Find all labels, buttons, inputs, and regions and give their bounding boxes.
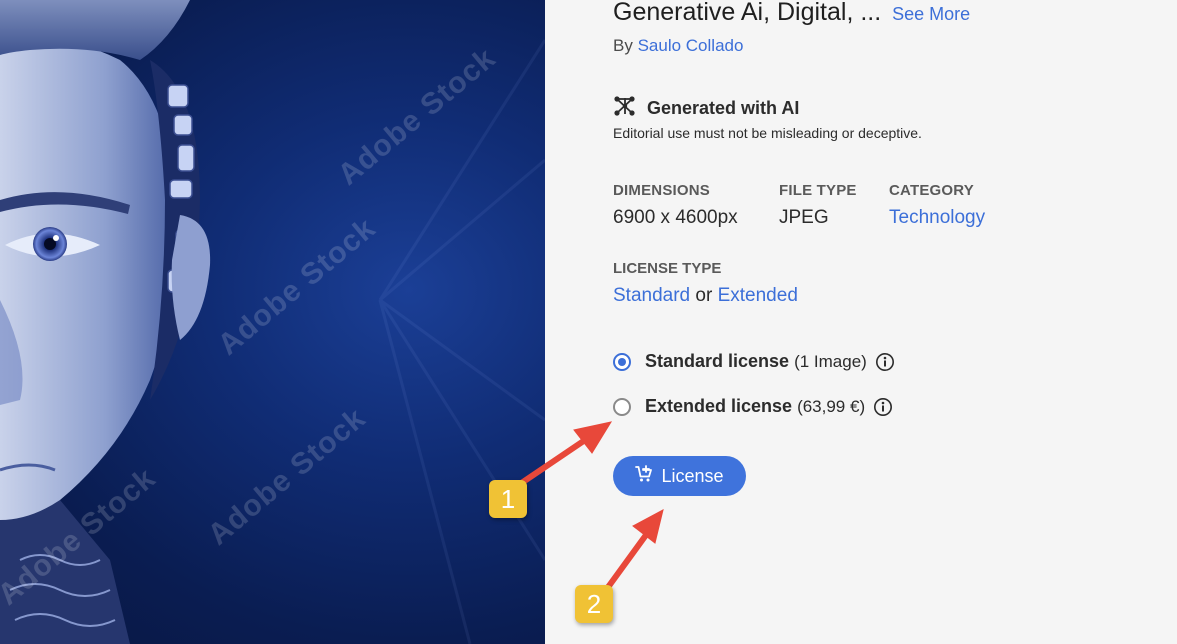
dimensions-label: DIMENSIONS xyxy=(613,182,711,199)
license-type-label: LICENSE TYPE xyxy=(613,260,722,277)
asset-details-panel: Generative Ai, Digital, ... See More By … xyxy=(545,0,1177,644)
file-type-value: JPEG xyxy=(779,207,829,228)
standard-license-radio[interactable] xyxy=(613,352,631,371)
stock-image-preview[interactable]: Adobe Stock Adobe Stock Adobe Stock Adob… xyxy=(0,0,545,644)
file-type-label: FILE TYPE xyxy=(779,182,857,199)
info-icon[interactable] xyxy=(873,397,893,417)
asset-title-text: Generative Ai, Digital, ... xyxy=(613,0,882,26)
ai-editorial-note: Editorial use must not be misleading or … xyxy=(613,125,922,141)
author-byline: By Saulo Collado xyxy=(613,36,743,56)
standard-license-name: Standard license xyxy=(645,351,790,371)
author-link[interactable]: Saulo Collado xyxy=(638,36,744,55)
category-label: CATEGORY xyxy=(889,182,974,199)
category-block: CATEGORY Technology xyxy=(889,182,985,229)
license-type-or: or xyxy=(695,285,713,306)
by-prefix: By xyxy=(613,36,633,55)
dimensions-block: DIMENSIONS 6900 x 4600px xyxy=(613,182,738,229)
generated-with-ai-badge: Generated with AI xyxy=(613,94,799,123)
extended-license-extra: (63,99 €) xyxy=(797,396,866,416)
standard-license-extra: (1 Image) xyxy=(794,351,867,371)
license-button-label: License xyxy=(661,465,724,486)
cart-plus-icon xyxy=(635,464,653,488)
ai-label: Generated with AI xyxy=(647,98,800,118)
license-type-block: LICENSE TYPE Standard or Extended xyxy=(613,260,798,307)
asset-title: Generative Ai, Digital, ... See More xyxy=(613,0,970,27)
standard-license-option[interactable]: Standard license (1 Image) xyxy=(613,351,895,372)
see-more-link[interactable]: See More xyxy=(892,4,970,24)
license-button[interactable]: License xyxy=(613,456,746,496)
ai-network-icon xyxy=(613,94,637,123)
category-link[interactable]: Technology xyxy=(889,207,985,229)
info-icon[interactable] xyxy=(875,352,895,372)
dimensions-value: 6900 x 4600px xyxy=(613,207,738,228)
standard-license-link[interactable]: Standard xyxy=(613,285,690,306)
file-type-block: FILE TYPE JPEG xyxy=(779,182,857,229)
extended-license-radio[interactable] xyxy=(613,397,631,416)
extended-license-link[interactable]: Extended xyxy=(718,285,798,306)
extended-license-option[interactable]: Extended license (63,99 €) xyxy=(613,396,893,417)
extended-license-name: Extended license xyxy=(645,396,793,416)
